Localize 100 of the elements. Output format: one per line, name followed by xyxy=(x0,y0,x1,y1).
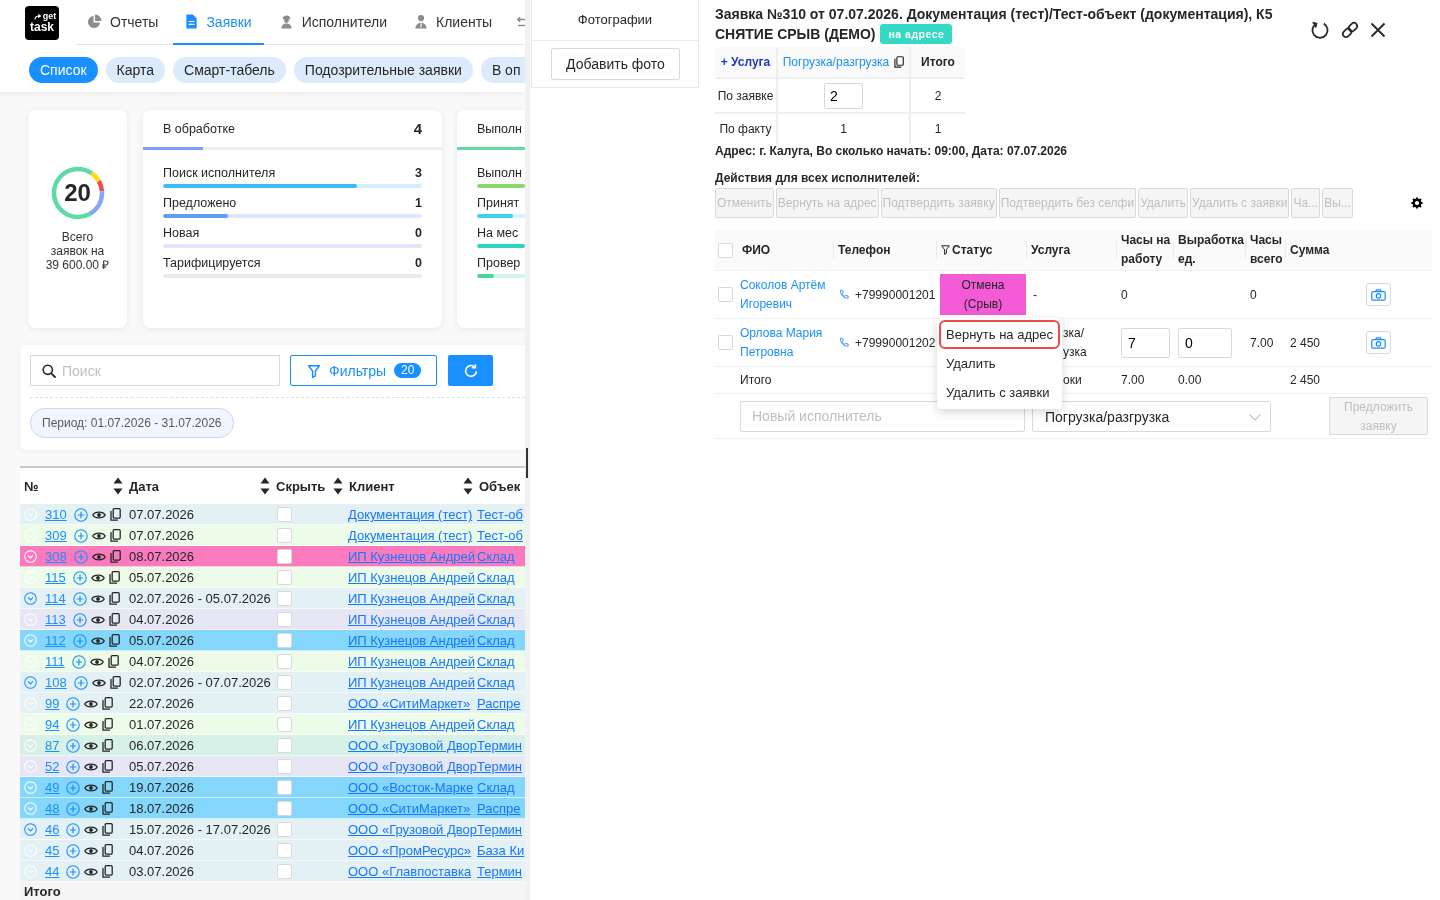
client-link[interactable]: ИП Кузнецов Андрей xyxy=(348,612,475,627)
client-link[interactable]: ИП Кузнецов Андрей xyxy=(348,591,475,606)
copy-icon[interactable] xyxy=(109,529,121,542)
table-row[interactable]: 52 05.07.2026 ООО «Грузовой ДворТермин xyxy=(20,756,525,777)
view-tab[interactable]: Подозрительные заявки xyxy=(293,57,473,83)
chevron-circle-icon[interactable] xyxy=(24,676,37,689)
checkbox[interactable] xyxy=(718,242,733,258)
filter-icon[interactable] xyxy=(941,245,950,255)
copy-icon[interactable] xyxy=(108,592,120,605)
nav-tab[interactable]: Отчеты xyxy=(75,0,171,45)
copy-icon[interactable] xyxy=(108,613,120,626)
nav-tab[interactable]: Исполнители xyxy=(266,0,400,45)
client-link[interactable]: ИП Кузнецов Андрей xyxy=(348,717,475,732)
object-link[interactable]: Склад xyxy=(477,654,515,669)
client-link[interactable]: ИП Кузнецов Андрей xyxy=(348,570,475,585)
phone-icon[interactable] xyxy=(839,289,849,300)
checkbox[interactable] xyxy=(277,633,292,648)
copy-icon[interactable] xyxy=(894,56,905,68)
object-link[interactable]: Термин xyxy=(477,738,523,753)
eye-icon[interactable] xyxy=(84,719,99,730)
object-link[interactable]: Распре xyxy=(477,696,521,711)
view-tab[interactable]: В оп xyxy=(480,57,525,83)
hours-input[interactable]: 7 xyxy=(1121,327,1170,358)
checkbox[interactable] xyxy=(277,717,292,732)
client-link[interactable]: ИП Кузнецов Андрей xyxy=(348,633,475,648)
close-icon[interactable] xyxy=(1370,22,1386,38)
object-link[interactable]: Склад xyxy=(477,612,515,627)
object-link[interactable]: Тест-об xyxy=(477,507,523,522)
client-link[interactable]: ООО «ПромРесурс» xyxy=(348,843,472,858)
checkbox[interactable] xyxy=(277,843,292,858)
search-field[interactable]: Поиск xyxy=(30,355,280,386)
eye-icon[interactable] xyxy=(84,698,99,709)
eye-icon[interactable] xyxy=(91,677,106,688)
quantity-input[interactable]: 2 xyxy=(824,82,863,109)
refresh-icon[interactable] xyxy=(1310,20,1330,40)
link-icon[interactable] xyxy=(1340,20,1360,40)
eye-icon[interactable] xyxy=(89,656,104,667)
checkbox[interactable] xyxy=(277,675,292,690)
request-link[interactable]: 45 xyxy=(45,843,60,858)
eye-icon[interactable] xyxy=(84,761,99,772)
eye-icon[interactable] xyxy=(84,803,99,814)
object-link[interactable]: База Ки xyxy=(477,843,525,858)
table-row[interactable]: 309 07.07.2026 Документация (тест) Тест-об xyxy=(20,525,525,546)
object-link[interactable]: Склад xyxy=(477,591,515,606)
request-link[interactable]: 87 xyxy=(45,738,60,753)
object-link[interactable]: Склад xyxy=(477,717,515,732)
camera-button[interactable] xyxy=(1366,283,1391,306)
request-link[interactable]: 112 xyxy=(45,633,66,648)
checkbox[interactable] xyxy=(277,738,292,753)
sort-icon[interactable] xyxy=(113,475,123,497)
client-link[interactable]: ООО «СитиМаркет» xyxy=(348,801,471,816)
performer-link[interactable]: Орлова Мария Петровна xyxy=(740,323,833,362)
copy-icon[interactable] xyxy=(102,802,114,815)
sort-icon[interactable] xyxy=(260,475,270,497)
request-link[interactable]: 99 xyxy=(45,696,60,711)
table-row[interactable]: 94 01.07.2026 ИП Кузнецов Андрей Склад xyxy=(20,714,525,735)
checkbox[interactable] xyxy=(277,612,292,627)
view-tab[interactable]: Список xyxy=(29,57,98,83)
table-row[interactable]: 113 04.07.2026 ИП Кузнецов Андрей Склад xyxy=(20,609,525,630)
client-link[interactable]: Документация (тест) xyxy=(348,507,473,522)
request-link[interactable]: 114 xyxy=(45,591,66,606)
request-link[interactable]: 309 xyxy=(45,528,67,543)
checkbox[interactable] xyxy=(277,759,292,774)
performer-input[interactable]: Новый исполнитель xyxy=(740,400,1025,432)
table-row[interactable]: 115 05.07.2026 ИП Кузнецов Андрей Склад xyxy=(20,567,525,588)
checkbox[interactable] xyxy=(277,801,292,816)
checkbox[interactable] xyxy=(277,570,292,585)
client-link[interactable]: ИП Кузнецов Андрей xyxy=(348,675,475,690)
refresh-button[interactable] xyxy=(448,355,493,386)
request-link[interactable]: 48 xyxy=(45,801,60,816)
copy-icon[interactable] xyxy=(102,697,114,710)
copy-icon[interactable] xyxy=(102,739,114,752)
eye-icon[interactable] xyxy=(84,782,99,793)
client-link[interactable]: ООО «Грузовой Двор xyxy=(348,759,477,774)
table-row[interactable]: 99 22.07.2026 ООО «СитиМаркет» Распре xyxy=(20,693,525,714)
phone-icon[interactable] xyxy=(839,337,849,348)
client-link[interactable]: ООО «Главпоставка xyxy=(348,864,472,879)
table-row[interactable]: 112 05.07.2026 ИП Кузнецов Андрей Склад xyxy=(20,630,525,651)
table-row[interactable]: 45 04.07.2026 ООО «ПромРесурс» База Ки xyxy=(20,840,525,861)
add-photo-button[interactable]: Добавить фото xyxy=(551,48,680,80)
eye-icon[interactable] xyxy=(84,845,99,856)
app-logo[interactable]: get task xyxy=(25,5,59,40)
object-link[interactable]: Тест-об xyxy=(477,528,523,543)
object-link[interactable]: Термин xyxy=(477,759,523,774)
copy-icon[interactable] xyxy=(102,781,114,794)
eye-icon[interactable] xyxy=(84,740,99,751)
copy-icon[interactable] xyxy=(108,571,120,584)
eye-icon[interactable] xyxy=(90,572,105,583)
table-row[interactable]: 310 07.07.2026 Документация (тест) Тест-об xyxy=(20,504,525,525)
request-link[interactable]: 113 xyxy=(45,612,66,627)
client-link[interactable]: ООО «СитиМаркет» xyxy=(348,696,471,711)
copy-icon[interactable] xyxy=(102,718,114,731)
request-link[interactable]: 115 xyxy=(45,570,66,585)
object-link[interactable]: Склад xyxy=(477,780,515,795)
checkbox[interactable] xyxy=(277,654,292,669)
checkbox[interactable] xyxy=(277,528,292,543)
menu-item[interactable]: Удалить xyxy=(939,349,1060,378)
service-select[interactable]: Погрузка/разгрузка xyxy=(1032,400,1271,432)
copy-icon[interactable] xyxy=(109,550,121,563)
checkbox[interactable] xyxy=(277,864,292,879)
